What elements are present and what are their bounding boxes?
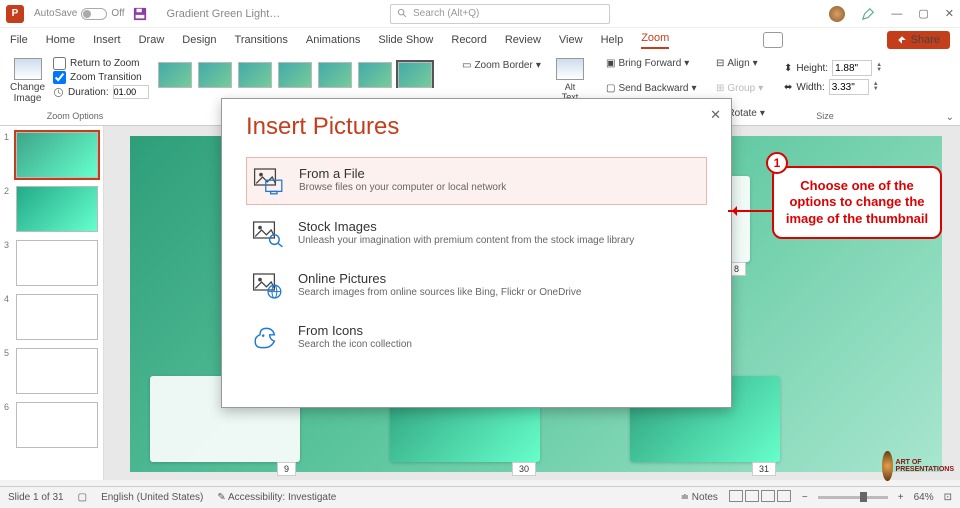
- option-online-pictures[interactable]: Online PicturesSearch images from online…: [246, 263, 707, 309]
- insert-pictures-dialog: ✕ Insert Pictures From a FileBrowse file…: [221, 98, 732, 408]
- group-label-zoom-options: Zoom Options: [8, 111, 142, 121]
- collapse-ribbon-button[interactable]: ⌄: [946, 112, 954, 123]
- annotation-arrow: [728, 210, 772, 212]
- comments-button[interactable]: [763, 32, 783, 48]
- return-to-zoom-checkbox[interactable]: Return to Zoom: [53, 57, 149, 70]
- slide-thumbnail[interactable]: 5: [4, 348, 99, 394]
- slide-thumbnail[interactable]: 3: [4, 240, 99, 286]
- slide-thumbnail[interactable]: 6: [4, 402, 99, 448]
- tab-record[interactable]: Record: [451, 34, 486, 46]
- tab-home[interactable]: Home: [46, 34, 75, 46]
- document-name[interactable]: Gradient Green Light…: [167, 8, 281, 20]
- zoom-styles-gallery[interactable]: [158, 56, 442, 88]
- notes-button[interactable]: ≐ Notes: [681, 492, 718, 503]
- tab-insert[interactable]: Insert: [93, 34, 121, 46]
- icons-icon: [252, 323, 284, 353]
- annotation-callout: 1 Choose one of the options to change th…: [772, 166, 942, 239]
- option-from-icons[interactable]: From IconsSearch the icon collection: [246, 315, 707, 361]
- online-pictures-icon: [252, 271, 284, 301]
- pen-icon[interactable]: [861, 7, 875, 21]
- tab-zoom[interactable]: Zoom: [641, 32, 669, 49]
- group-button[interactable]: ⊞ Group ▾: [712, 81, 762, 96]
- stock-images-icon: [252, 219, 284, 249]
- slide-thumbnail-panel: 1 2 3 4 5 6: [0, 126, 104, 480]
- duration-field[interactable]: Duration:: [53, 85, 149, 99]
- picture-icon: [14, 58, 42, 80]
- width-field[interactable]: ⬌ Width:▲▼: [784, 79, 866, 95]
- watermark-logo: [882, 451, 893, 481]
- bring-forward-button[interactable]: ▣ Bring Forward ▾: [602, 56, 696, 71]
- ribbon-tabs: File Home Insert Draw Design Transitions…: [0, 28, 960, 52]
- maximize-button[interactable]: ▢: [918, 7, 928, 20]
- style-thumb[interactable]: [238, 62, 272, 88]
- save-icon[interactable]: [133, 7, 147, 21]
- option-stock-images[interactable]: Stock ImagesUnleash your imagination wit…: [246, 211, 707, 257]
- zoom-border-button[interactable]: ▭ Zoom Border ▾: [458, 58, 542, 73]
- tab-help[interactable]: Help: [601, 34, 624, 46]
- clock-icon: [53, 87, 64, 98]
- tab-review[interactable]: Review: [505, 34, 541, 46]
- watermark: ART OF PRESENTATIONS: [882, 446, 954, 486]
- zoom-slider[interactable]: [818, 496, 888, 499]
- zoom-level[interactable]: 64%: [914, 492, 934, 503]
- tab-file[interactable]: File: [10, 34, 28, 46]
- minimize-button[interactable]: —: [891, 8, 902, 20]
- tab-transitions[interactable]: Transitions: [235, 34, 288, 46]
- style-thumb[interactable]: [198, 62, 232, 88]
- annotation-text: Choose one of the options to change the …: [772, 166, 942, 239]
- style-thumb[interactable]: [278, 62, 312, 88]
- user-avatar[interactable]: [829, 6, 845, 22]
- slide-thumbnail[interactable]: 4: [4, 294, 99, 340]
- tab-draw[interactable]: Draw: [139, 34, 165, 46]
- send-backward-button[interactable]: ▢ Send Backward ▾: [602, 81, 696, 96]
- slide-counter[interactable]: Slide 1 of 31: [8, 492, 64, 503]
- accessibility-status[interactable]: ✎ Accessibility: Investigate: [217, 492, 336, 503]
- file-icon: [253, 166, 285, 196]
- zoom-in-button[interactable]: +: [898, 492, 904, 503]
- alt-text-icon: [556, 58, 584, 80]
- tab-slideshow[interactable]: Slide Show: [378, 34, 433, 46]
- close-button[interactable]: ✕: [945, 7, 954, 20]
- tab-design[interactable]: Design: [182, 34, 216, 46]
- language-status[interactable]: English (United States): [101, 492, 203, 503]
- slide-thumbnail[interactable]: 2: [4, 186, 99, 232]
- tab-animations[interactable]: Animations: [306, 34, 360, 46]
- height-field[interactable]: ⬍ Height:▲▼: [784, 60, 866, 76]
- dialog-close-button[interactable]: ✕: [710, 107, 721, 123]
- search-input[interactable]: Search (Alt+Q): [390, 4, 610, 24]
- align-button[interactable]: ⊟ Align ▾: [712, 56, 762, 71]
- option-from-file[interactable]: From a FileBrowse files on your computer…: [246, 157, 707, 205]
- style-thumb[interactable]: [318, 62, 352, 88]
- zoom-out-button[interactable]: −: [802, 492, 808, 503]
- dialog-title: Insert Pictures: [246, 113, 707, 141]
- group-label-size: Size: [778, 111, 872, 121]
- autosave-toggle[interactable]: AutoSave Off: [34, 8, 125, 20]
- style-thumb[interactable]: [158, 62, 192, 88]
- view-buttons[interactable]: [728, 490, 792, 505]
- share-button[interactable]: Share: [887, 31, 950, 49]
- spellcheck-icon[interactable]: ▢: [78, 492, 87, 503]
- style-thumb[interactable]: [398, 62, 432, 88]
- fit-to-window-button[interactable]: ⊡: [944, 492, 952, 503]
- annotation-number: 1: [766, 152, 788, 174]
- app-icon: P: [6, 5, 24, 23]
- change-image-button[interactable]: Change Image: [8, 56, 47, 106]
- status-bar: Slide 1 of 31 ▢ English (United States) …: [0, 486, 960, 508]
- search-icon: [397, 8, 408, 19]
- zoom-transition-checkbox[interactable]: Zoom Transition: [53, 71, 149, 84]
- alt-text-button[interactable]: Alt Text: [554, 56, 586, 104]
- slide-thumbnail[interactable]: 1: [4, 132, 99, 178]
- style-thumb[interactable]: [358, 62, 392, 88]
- tab-view[interactable]: View: [559, 34, 583, 46]
